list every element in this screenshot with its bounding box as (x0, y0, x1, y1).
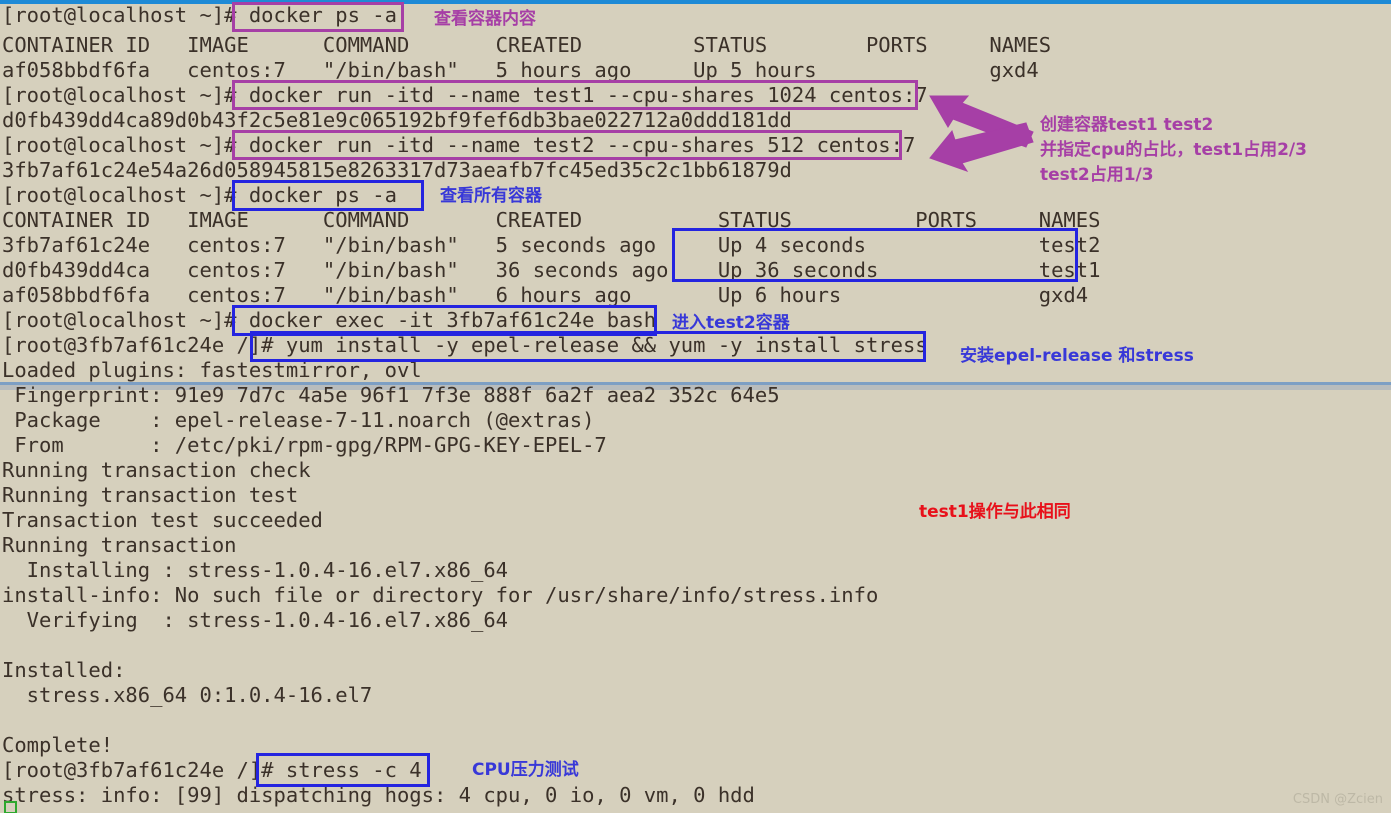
annotation-view-container-content: 查看容器内容 (434, 9, 536, 29)
terminal-cursor (4, 801, 17, 813)
highlight-yum-install (250, 331, 926, 362)
annotation-view-all-containers: 查看所有容器 (440, 186, 542, 206)
annotation-create-containers-line2: 并指定cpu的占比，test1占用2/3 (1040, 140, 1307, 160)
highlight-stress-c4 (256, 753, 430, 787)
terminal-line: CONTAINER ID IMAGE COMMAND CREATED STATU… (2, 33, 1052, 57)
annotation-enter-test2-container: 进入test2容器 (672, 313, 790, 333)
terminal-screenshot: [root@localhost ~]# docker ps -a CONTAIN… (0, 0, 1391, 813)
annotation-cpu-stress-test: CPU压力测试 (472, 760, 579, 780)
highlight-docker-ps-a-2 (232, 180, 424, 211)
terminal-line: Running transaction check (2, 458, 311, 482)
highlight-status-names-block (672, 228, 1078, 282)
terminal-line: install-info: No such file or directory … (2, 583, 879, 607)
terminal-line: Transaction test succeeded (2, 508, 323, 532)
terminal-line: Running transaction (2, 533, 237, 557)
annotation-test1-same-operation: test1操作与此相同 (919, 502, 1071, 522)
terminal-line: Fingerprint: 91e9 7d7c 4a5e 96f1 7f3e 88… (2, 383, 780, 407)
terminal-line: Running transaction test (2, 483, 299, 507)
terminal-line: Package : epel-release-7-11.noarch (@ext… (2, 408, 595, 432)
annotation-create-containers-line3: test2占用1/3 (1040, 165, 1154, 185)
csdn-watermark: CSDN @Zcien (1292, 792, 1383, 807)
terminal-line: stress.x86_64 0:1.0.4-16.el7 (2, 683, 373, 707)
annotation-install-epel-stress: 安装epel-release 和stress (960, 346, 1194, 366)
terminal-line: Installed: (2, 658, 126, 682)
terminal-line: From : /etc/pki/rpm-gpg/RPM-GPG-KEY-EPEL… (2, 433, 607, 457)
highlight-docker-ps-a-1 (232, 2, 404, 32)
highlight-docker-run-test2 (232, 130, 902, 160)
annotation-create-containers-line1: 创建容器test1 test2 (1040, 115, 1214, 135)
terminal-line: Complete! (2, 733, 114, 757)
terminal-line: Verifying : stress-1.0.4-16.el7.x86_64 (2, 608, 509, 632)
terminal-line: Installing : stress-1.0.4-16.el7.x86_64 (2, 558, 509, 582)
highlight-docker-run-test1 (232, 80, 918, 110)
